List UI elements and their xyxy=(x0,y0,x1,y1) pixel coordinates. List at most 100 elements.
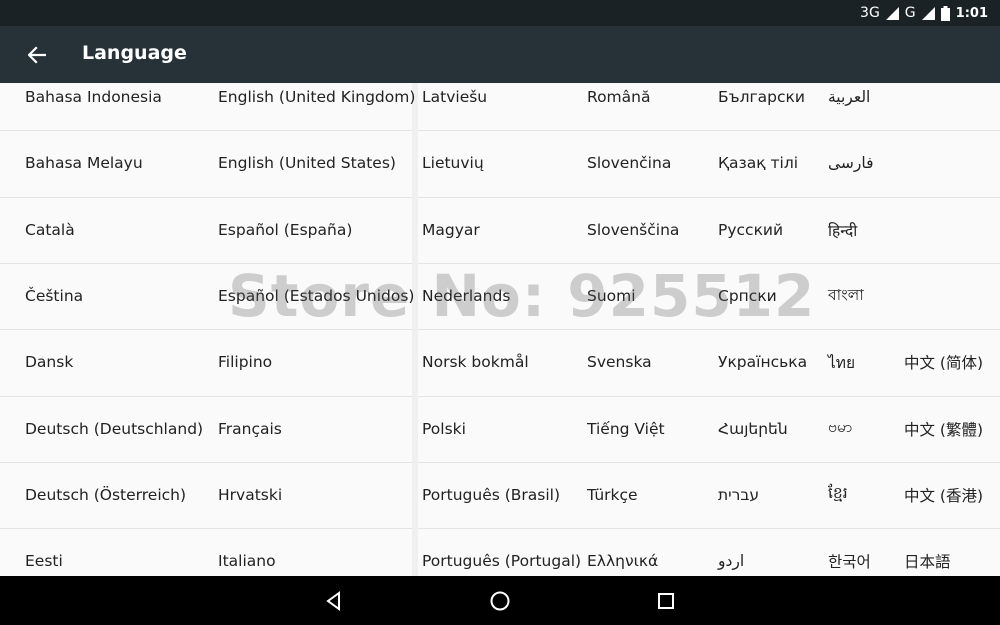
triangle-back-icon xyxy=(326,591,340,611)
language-label: Català xyxy=(25,220,75,239)
language-label: 中文 (繁體) xyxy=(904,420,984,439)
language-option[interactable]: العربية xyxy=(828,83,898,130)
watermark: Store No: 925512 xyxy=(228,262,816,330)
language-option[interactable]: বাংলা xyxy=(828,263,898,329)
language-option[interactable] xyxy=(904,263,1000,329)
language-label: Slovenčina xyxy=(587,154,672,173)
language-option[interactable] xyxy=(904,197,1000,263)
language-option[interactable]: 中文 (繁體) xyxy=(904,396,1000,462)
language-option[interactable]: Ελληνικά xyxy=(587,528,712,576)
clock: 1:01 xyxy=(955,5,988,21)
language-option[interactable] xyxy=(904,83,1000,130)
language-option[interactable]: Bahasa Indonesia xyxy=(25,83,212,130)
nav-recents-button[interactable] xyxy=(653,588,679,614)
language-label: Bahasa Melayu xyxy=(25,154,143,173)
language-option[interactable]: Русский xyxy=(718,197,822,263)
language-label: 한국어 xyxy=(828,553,871,572)
language-label: 中文 (香港) xyxy=(904,486,984,505)
nav-back-button[interactable] xyxy=(321,588,347,614)
row-divider xyxy=(418,462,1000,463)
language-option[interactable]: Lietuvių xyxy=(422,130,582,196)
language-option[interactable]: Türkçe xyxy=(587,462,712,528)
language-option[interactable]: Čeština xyxy=(25,263,212,329)
language-option[interactable]: עברית xyxy=(718,462,822,528)
row-divider xyxy=(418,528,1000,529)
language-option[interactable]: Magyar xyxy=(422,197,582,263)
language-label: Português (Brasil) xyxy=(422,485,561,504)
language-label: ខ្មែរ xyxy=(828,484,848,503)
language-option[interactable]: हिन्दी xyxy=(828,197,898,263)
language-option[interactable]: Polski xyxy=(422,396,582,462)
language-option[interactable]: ไทย xyxy=(828,329,898,395)
language-label: فارسی xyxy=(828,154,874,173)
navigation-bar xyxy=(0,576,1000,625)
language-label: Italiano xyxy=(218,552,276,571)
language-option[interactable]: Hrvatski xyxy=(218,462,410,528)
language-option[interactable]: Deutsch (Deutschland) xyxy=(25,396,212,462)
language-option[interactable]: Dansk xyxy=(25,329,212,395)
language-option[interactable]: Italiano xyxy=(218,528,410,576)
network-type-label: 3G xyxy=(860,5,880,21)
language-option[interactable]: Català xyxy=(25,197,212,263)
language-label: English (United Kingdom) xyxy=(218,88,416,106)
language-option[interactable]: English (United States) xyxy=(218,130,410,196)
language-option[interactable]: Español (España) xyxy=(218,197,410,263)
circle-home-icon xyxy=(490,591,510,611)
language-label: हिन्दी xyxy=(828,221,858,240)
status-icons: 3G G 1:01 xyxy=(860,3,988,23)
language-option[interactable]: Slovenčina xyxy=(587,130,712,196)
language-label: Ελληνικά xyxy=(587,552,659,571)
language-option[interactable]: Română xyxy=(587,83,712,130)
language-label: Hrvatski xyxy=(218,485,283,504)
language-option[interactable]: 한국어 xyxy=(828,528,898,576)
page-title: Language xyxy=(82,42,187,64)
language-option[interactable]: English (United Kingdom) xyxy=(218,83,415,130)
language-option[interactable]: Български xyxy=(718,83,822,130)
language-option[interactable]: ဗမာ xyxy=(828,396,898,462)
arrow-back-icon xyxy=(28,46,46,64)
language-label: עברית xyxy=(718,485,760,504)
app-bar: Language xyxy=(0,26,1000,83)
row-divider xyxy=(0,462,412,463)
network-type-label-2: G xyxy=(904,5,916,21)
language-option[interactable]: Português (Portugal) xyxy=(422,528,582,576)
language-option[interactable]: اردو xyxy=(718,528,822,576)
language-label: Русский xyxy=(718,220,784,239)
language-option[interactable]: Deutsch (Österreich) xyxy=(25,462,212,528)
language-option[interactable]: Latviešu xyxy=(422,83,582,130)
row-divider xyxy=(0,396,412,397)
language-option[interactable]: Português (Brasil) xyxy=(422,462,582,528)
signal-icon xyxy=(885,6,899,20)
back-button[interactable] xyxy=(22,40,52,70)
language-option[interactable]: ខ្មែរ xyxy=(828,462,898,528)
language-option[interactable]: Norsk bokmål xyxy=(422,329,582,395)
language-label: Dansk xyxy=(25,353,74,372)
language-label: Magyar xyxy=(422,220,480,239)
language-option[interactable]: Svenska xyxy=(587,329,712,395)
language-label: Bahasa Indonesia xyxy=(25,88,162,106)
language-option[interactable] xyxy=(904,130,1000,196)
language-option[interactable]: Українська xyxy=(718,329,822,395)
language-label: Latviešu xyxy=(422,88,488,106)
language-option[interactable]: فارسی xyxy=(828,130,898,196)
language-label: English (United States) xyxy=(218,154,396,173)
language-option[interactable]: 日本語 xyxy=(904,528,1000,576)
language-option[interactable]: Bahasa Melayu xyxy=(25,130,212,196)
language-label: Türkçe xyxy=(587,485,638,504)
language-label: Čeština xyxy=(25,286,84,305)
language-option[interactable]: Қазақ тілі xyxy=(718,130,822,196)
language-label: Polski xyxy=(422,419,466,438)
language-label: Español (España) xyxy=(218,220,353,239)
nav-home-button[interactable] xyxy=(487,588,513,614)
language-option[interactable]: Français xyxy=(218,396,410,462)
language-option[interactable]: Filipino xyxy=(218,329,410,395)
language-label: Română xyxy=(587,88,651,106)
language-option[interactable]: Eesti xyxy=(25,528,212,576)
language-option[interactable]: Slovenščina xyxy=(587,197,712,263)
language-label: Português (Portugal) xyxy=(422,552,582,571)
language-option[interactable]: 中文 (香港) xyxy=(904,462,1000,528)
language-option[interactable]: Հայերեն xyxy=(718,396,822,462)
language-option[interactable]: 中文 (简体) xyxy=(904,329,1000,395)
language-option[interactable]: Tiếng Việt xyxy=(587,396,712,462)
language-label: ไทย xyxy=(828,353,856,372)
